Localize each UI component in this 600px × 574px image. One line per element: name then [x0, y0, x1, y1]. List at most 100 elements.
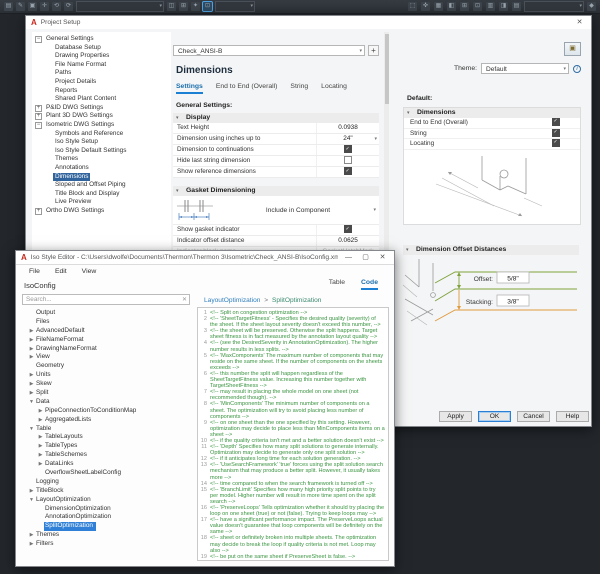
toolbar-icon[interactable]: ▣	[28, 2, 37, 11]
style-dropdown[interactable]	[524, 1, 584, 12]
iso-tree-item[interactable]: ▶Skew	[22, 380, 192, 389]
iso-tree-item[interactable]: ▶Filters	[22, 540, 192, 549]
iso-tree-item[interactable]: SplitOptimization	[22, 522, 192, 531]
toolbar-icon[interactable]: ⟲	[52, 2, 61, 11]
checkbox-icon[interactable]	[552, 129, 560, 137]
ps-tree-item[interactable]: Themes	[32, 155, 171, 164]
tab-end-to-end-overall-[interactable]: End to End (Overall)	[216, 83, 278, 94]
iso-editor-titlebar[interactable]: A Iso Style Editor - C:\Users\dwolfe\Doc…	[16, 251, 394, 265]
close-icon[interactable]: ✕	[573, 17, 586, 28]
iso-tree-item[interactable]: ▶DrawingNameFormat	[22, 345, 192, 354]
toolbar-icon[interactable]: ✦	[191, 2, 200, 11]
iso-tree-item[interactable]: ▶TitleBlock	[22, 487, 192, 496]
tab-locating[interactable]: Locating	[321, 83, 347, 94]
ps-tree-item[interactable]: Annotations	[32, 164, 171, 173]
toolbar-icon[interactable]: ◆	[587, 2, 596, 11]
tab-table[interactable]: Table	[329, 279, 345, 290]
expand-icon[interactable]: ▶	[37, 416, 44, 425]
ps-tree-item[interactable]: Symbols and Reference	[32, 130, 171, 139]
ps-tree-item[interactable]: Iso Style Default Settings	[32, 147, 171, 156]
ps-tree-item[interactable]: −Isometric DWG Settings	[32, 121, 171, 130]
ps-tree-item[interactable]: Dimensions	[32, 173, 171, 182]
expand-icon[interactable]: ▶	[28, 345, 35, 354]
ps-tree-item[interactable]: +P&ID DWG Settings	[32, 104, 171, 113]
iso-tree-item[interactable]: DimensionOptimization	[22, 505, 192, 514]
collapse-icon[interactable]: −	[35, 122, 42, 129]
tab-string[interactable]: String	[290, 83, 308, 94]
search-input[interactable]: Search... ✕	[22, 294, 190, 305]
toolbar-icon[interactable]: ⬚	[408, 2, 417, 11]
style-select[interactable]: Check_ANSI-B	[173, 45, 365, 56]
toolbar-icon[interactable]: ◫	[167, 2, 176, 11]
tab-code[interactable]: Code	[361, 279, 378, 290]
expand-icon[interactable]: ▶	[37, 460, 44, 469]
checkbox-icon[interactable]	[552, 139, 560, 147]
info-icon[interactable]: i	[573, 65, 581, 73]
menu-view[interactable]: View	[82, 268, 97, 275]
expand-icon[interactable]: ▶	[28, 380, 35, 389]
scrollbar-thumb[interactable]	[385, 34, 389, 104]
toolbar-icon[interactable]: ✎	[16, 2, 25, 11]
expand-icon[interactable]: ▶	[37, 433, 44, 442]
xml-code-view[interactable]: 1<!-- Split on congestion optimization -…	[197, 307, 389, 561]
toolbar-icon[interactable]: ⊞	[179, 2, 188, 11]
toolbar-icon[interactable]: ▥	[486, 2, 495, 11]
iso-tree-item[interactable]: ▶AdvancedDefault	[22, 327, 192, 336]
menu-edit[interactable]: Edit	[55, 268, 67, 275]
setting-dropdown[interactable]: 24"▾	[316, 134, 379, 144]
gasket-section-header[interactable]: ▾ Gasket Dimensioning	[173, 186, 379, 196]
active-tool-icon[interactable]: ⊡	[203, 2, 212, 11]
iso-tree-item[interactable]: Logging	[22, 478, 192, 487]
toolbar-icon[interactable]: ▦	[434, 2, 443, 11]
close-icon[interactable]: ✕	[376, 252, 389, 263]
toolbar-icon[interactable]: ⊡	[473, 2, 482, 11]
ok-button[interactable]: OK	[478, 411, 511, 422]
iso-tree-item[interactable]: ▶DataLinks	[22, 460, 192, 469]
toolbar-icon[interactable]: ⊞	[460, 2, 469, 11]
toolbar-icon[interactable]: ⟳	[64, 2, 73, 11]
ps-tree-item[interactable]: Sloped and Offset Piping	[32, 181, 171, 190]
iso-tree-item[interactable]: ▶AggregatedLists	[22, 416, 192, 425]
theme-select[interactable]: Default	[481, 63, 569, 74]
iso-tree-item[interactable]: ▶TableTypes	[22, 442, 192, 451]
ps-tree-item[interactable]: Shared Plant Content	[32, 95, 171, 104]
setting-value[interactable]: 0.0625	[316, 236, 379, 246]
minimize-icon[interactable]: —	[342, 252, 355, 263]
iso-tree-item[interactable]: Files	[22, 318, 192, 327]
checkbox-icon[interactable]	[344, 145, 352, 153]
iso-tree-item[interactable]: ▼Table	[22, 425, 192, 434]
ps-tree-item[interactable]: Live Preview	[32, 198, 171, 207]
collapse-icon[interactable]: ▼	[28, 425, 35, 434]
apply-button[interactable]: Apply	[439, 411, 472, 422]
expand-icon[interactable]: ▶	[37, 451, 44, 460]
ps-tree-item[interactable]: Reports	[32, 87, 171, 96]
tab-settings[interactable]: Settings	[176, 83, 203, 94]
toolbar-icon[interactable]: ✜	[421, 2, 430, 11]
expand-icon[interactable]: ▶	[28, 540, 35, 549]
ps-tree-item[interactable]: −General Settings	[32, 35, 171, 44]
iso-tree-item[interactable]: Output	[22, 309, 192, 318]
iso-tree-item[interactable]: ▶View	[22, 353, 192, 362]
iso-tree-item[interactable]: ▶FileNameFormat	[22, 336, 192, 345]
ps-tree-item[interactable]: Drawing Properties	[32, 52, 171, 61]
iso-tree-item[interactable]: ▶PipeConnectionToConditionMap	[22, 407, 192, 416]
toolbar-icon[interactable]: ▤	[4, 2, 13, 11]
checkbox-icon[interactable]	[344, 167, 352, 175]
menu-file[interactable]: File	[29, 268, 40, 275]
workspace-dropdown[interactable]	[76, 1, 164, 12]
collapse-icon[interactable]: −	[35, 36, 42, 43]
toolbar-icon[interactable]: ◧	[447, 2, 456, 11]
ps-tree-item[interactable]: Project Details	[32, 78, 171, 87]
ps-tree-item[interactable]: Title Block and Display	[32, 190, 171, 199]
expand-icon[interactable]: ▶	[37, 442, 44, 451]
toolbar-icon[interactable]: ✛	[40, 2, 49, 11]
ps-tree-item[interactable]: Iso Style Setup	[32, 138, 171, 147]
toolbar-icon[interactable]: ◨	[499, 2, 508, 11]
checkbox-icon[interactable]	[552, 118, 560, 126]
ps-tree-item[interactable]: +Ortho DWG Settings	[32, 207, 171, 216]
toolbar-icon[interactable]: ▤	[512, 2, 521, 11]
expand-icon[interactable]: ▶	[28, 531, 35, 540]
maximize-icon[interactable]: ▢	[359, 252, 372, 263]
offset-distances-header[interactable]: ▾ Dimension Offset Distances	[403, 245, 579, 255]
iso-tree-item[interactable]: AnnotationOptimization	[22, 513, 192, 522]
